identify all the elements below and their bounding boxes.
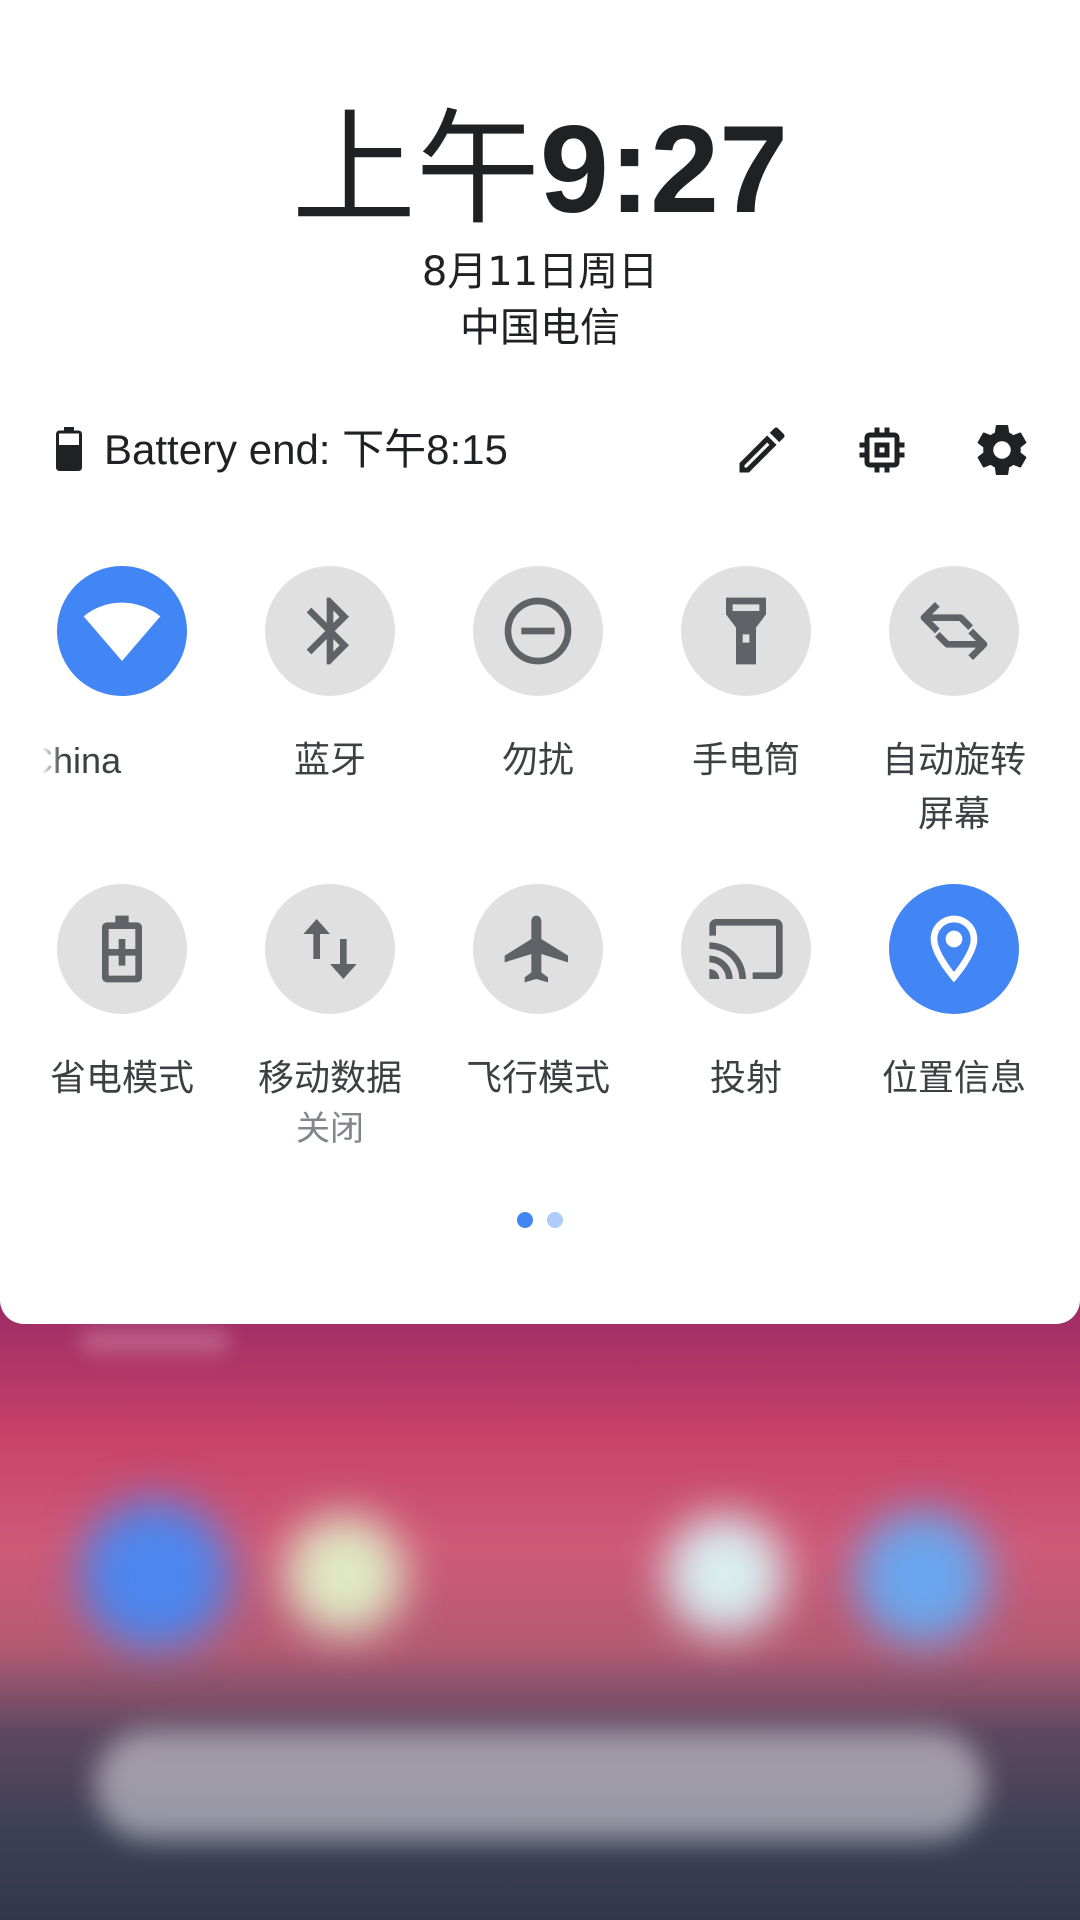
tile-auto-rotate-label-line1: 自动旋转 (881, 740, 1026, 781)
gear-icon (977, 424, 1027, 475)
battery-saver-icon (102, 915, 142, 983)
tile-auto-rotate-toggle[interactable] (889, 566, 1019, 696)
settings-button[interactable] (972, 420, 1032, 480)
tile-airplane-label: 飞行模式 (465, 1058, 610, 1099)
page-indicator (0, 1212, 1080, 1232)
tile-battery-saver-label: 省电模式 (49, 1058, 194, 1099)
tile-do-not-disturb[interactable]: 勿扰 (434, 566, 642, 788)
system-info-button[interactable] (852, 420, 912, 480)
tile-cast-label: 投射 (709, 1058, 782, 1099)
tile-auto-rotate-label: 自动旋转 屏幕 (850, 734, 1058, 842)
tile-cast[interactable]: 投射 (642, 884, 850, 1106)
tile-mobile-data-label: 移动数据 (257, 1058, 402, 1099)
tile-location[interactable]: 位置信息 (850, 884, 1058, 1106)
home-screen-wallpaper (0, 1300, 1080, 1920)
tile-auto-rotate-label-line2: 屏幕 (917, 794, 990, 835)
clock-time: 9:27 (539, 101, 789, 239)
tile-wifi-label: 5China (42, 734, 202, 788)
clock: 上午9:27 (0, 100, 1080, 240)
auto-rotate-icon (920, 601, 988, 661)
tile-flashlight-toggle[interactable] (681, 566, 811, 696)
tile-bluetooth-label: 蓝牙 (293, 740, 366, 781)
blurred-widget-text (80, 1330, 230, 1352)
tile-cast-toggle[interactable] (681, 884, 811, 1014)
page-dot[interactable] (547, 1212, 563, 1228)
tile-airplane-toggle[interactable] (473, 884, 603, 1014)
bluetooth-icon (306, 597, 350, 665)
carrier-name: 中国电信 (460, 305, 620, 351)
chip-icon (859, 427, 905, 473)
tile-flashlight-label: 手电筒 (691, 740, 800, 781)
cast-icon (709, 919, 783, 979)
tile-flashlight[interactable]: 手电筒 (642, 566, 850, 788)
page-dot-active[interactable] (517, 1212, 533, 1228)
location-icon (930, 915, 978, 983)
battery-estimate[interactable]: Battery end: 下午8:15 (104, 422, 508, 478)
tile-wifi-toggle[interactable] (57, 566, 187, 696)
wifi-label-fragment: China (42, 740, 122, 781)
tile-mobile-data-toggle[interactable] (265, 884, 395, 1014)
blurred-phone-app-icon (80, 1500, 230, 1650)
date[interactable]: 8月11日周日 (0, 244, 1080, 300)
mobile-data-icon (303, 919, 357, 979)
tile-location-label: 位置信息 (881, 1058, 1026, 1099)
tile-dnd-toggle[interactable] (473, 566, 603, 696)
quick-settings-panel: 上午9:27 8月11日周日 中国电信 Battery end: 下午8:15 (0, 0, 1080, 1324)
quick-settings-header: Battery end: 下午8:15 (0, 410, 1080, 490)
flashlight-icon (726, 597, 766, 665)
tile-auto-rotate[interactable]: 自动旋转 屏幕 (850, 566, 1058, 842)
airplane-icon (504, 915, 568, 983)
tile-bluetooth-toggle[interactable] (265, 566, 395, 696)
blurred-app-icon (665, 1515, 785, 1635)
tile-battery-saver-toggle[interactable] (57, 884, 187, 1014)
tile-dnd-label: 勿扰 (501, 740, 574, 781)
battery-icon (56, 427, 82, 471)
tile-bluetooth[interactable]: 蓝牙 (226, 566, 434, 788)
tile-airplane-mode[interactable]: 飞行模式 (434, 884, 642, 1106)
blurred-app-icon (285, 1515, 405, 1635)
pencil-icon (739, 427, 785, 473)
blurred-app-icon (855, 1510, 990, 1645)
tile-mobile-data[interactable]: 移动数据 关闭 (226, 884, 434, 1152)
wifi-icon (83, 602, 161, 661)
edit-button[interactable] (732, 420, 792, 480)
do-not-disturb-icon (504, 597, 572, 665)
tile-battery-saver[interactable]: 省电模式 (18, 884, 226, 1106)
clock-ampm: 上午 (291, 98, 540, 242)
tile-wifi[interactable]: 5China (18, 566, 226, 788)
blurred-search-bar (95, 1730, 985, 1840)
tile-mobile-data-status: 关闭 (296, 1109, 364, 1149)
tile-location-toggle[interactable] (889, 884, 1019, 1014)
